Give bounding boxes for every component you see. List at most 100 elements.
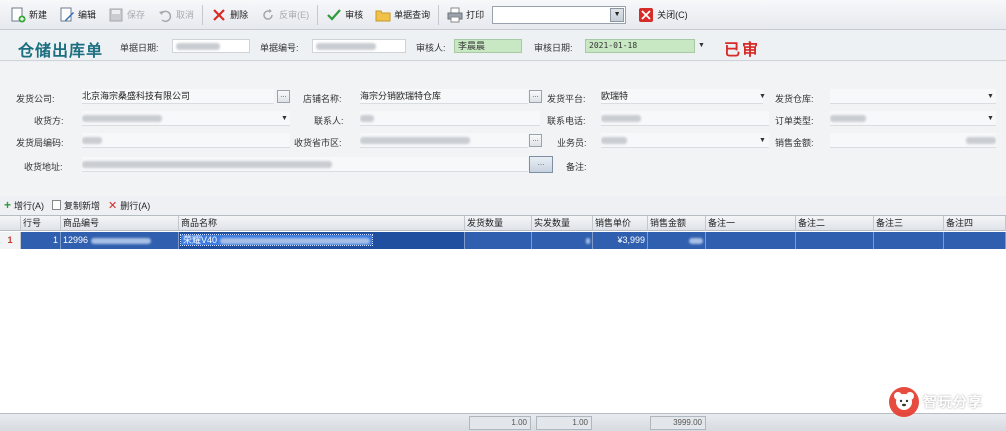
remark4-cell[interactable] (944, 232, 1006, 249)
column-header[interactable]: 发货数量 (465, 216, 532, 231)
delete-button[interactable]: 删除 (205, 2, 254, 28)
close-button[interactable]: 关闭(C) (632, 2, 694, 28)
column-header[interactable]: 备注三 (874, 216, 944, 231)
column-header[interactable]: 商品名称 (179, 216, 465, 231)
column-header[interactable]: 备注一 (706, 216, 796, 231)
audit-label: 审核 (345, 10, 364, 20)
page-title: 仓储出库单 (18, 43, 104, 60)
store-name-lookup-button[interactable]: … (529, 90, 542, 103)
remark1-cell[interactable] (706, 232, 796, 249)
refresh-icon (260, 7, 276, 23)
print-template-select[interactable]: ▼ (492, 5, 627, 24)
new-doc-icon (10, 7, 26, 23)
ship-region-lookup-button[interactable]: … (529, 134, 542, 147)
remark3-cell[interactable] (874, 232, 944, 249)
redacted-value (316, 43, 376, 51)
ship-company-field[interactable]: 北京海宗桑盛科技有限公司 (82, 89, 274, 104)
row-indicator[interactable]: 1 (0, 232, 21, 249)
table-row[interactable]: 1 1 12996 荣耀V40 ¥3,999 (0, 232, 1006, 249)
doc-query-button[interactable]: 单据查询 (369, 2, 436, 28)
doc-query-label: 单据查询 (394, 10, 431, 20)
line-number-cell[interactable]: 1 (21, 232, 61, 249)
redacted-value (82, 137, 102, 145)
column-header[interactable]: 行号 (21, 216, 61, 231)
ship-code-field[interactable] (82, 133, 290, 148)
detail-grid[interactable]: 行号 商品编号 商品名称 发货数量 实发数量 销售单价 销售金额 备注一 备注二… (0, 215, 1006, 413)
column-header[interactable]: 销售单价 (593, 216, 648, 231)
redacted-value (966, 137, 996, 145)
redacted-value (82, 115, 162, 123)
audit-button[interactable]: 审核 (320, 2, 369, 28)
print-label: 打印 (466, 10, 485, 20)
product-code-cell[interactable]: 12996 (61, 232, 179, 249)
delete-row-button[interactable]: ✕ 删行(A) (108, 199, 150, 212)
edit-button[interactable]: 编辑 (53, 2, 102, 28)
product-code-value: 12996 (63, 235, 89, 245)
new-button[interactable]: 新建 (4, 2, 53, 28)
actual-qty-cell[interactable] (532, 232, 593, 249)
doc-date-label: 单据日期: (120, 43, 159, 53)
column-header[interactable]: 销售金额 (648, 216, 706, 231)
remark-field[interactable] (601, 157, 996, 172)
salesman-field[interactable] (601, 133, 769, 148)
chevron-down-icon[interactable]: ▼ (759, 137, 766, 144)
chevron-down-icon[interactable]: ▼ (759, 93, 766, 100)
redacted-value (360, 115, 374, 123)
add-row-button[interactable]: + 增行(A) (4, 198, 44, 212)
chevron-down-icon[interactable]: ▼ (698, 42, 705, 49)
contact-phone-label: 联系电话: (547, 116, 586, 126)
sales-amount-cell[interactable] (648, 232, 706, 249)
edit-icon (59, 7, 75, 23)
audit-date-field[interactable]: 2021-01-18 (585, 39, 695, 53)
auditor-label: 审核人: (416, 43, 446, 53)
chevron-down-icon[interactable]: ▼ (281, 115, 288, 122)
product-name-text: 荣耀V40 (183, 235, 218, 245)
address-lookup-button[interactable]: … (529, 156, 553, 173)
ship-company-lookup-button[interactable]: … (277, 90, 290, 103)
chevron-down-icon[interactable]: ▼ (987, 115, 994, 122)
column-header[interactable]: 备注四 (944, 216, 1006, 231)
order-type-field[interactable] (830, 111, 996, 126)
save-button[interactable]: 保存 (102, 2, 151, 28)
copy-add-button[interactable]: 复制新增 (52, 199, 100, 212)
ship-platform-field[interactable]: 欧瑞特 (601, 89, 763, 104)
ship-company-label: 发货公司: (16, 94, 55, 104)
sales-amount-field (830, 133, 996, 148)
redacted-value (360, 137, 470, 145)
print-button[interactable]: 打印 (441, 2, 490, 28)
auditor-field[interactable]: 李晨晨 (454, 39, 522, 53)
toolbar: 新建 编辑 保存 取消 删除 反审(E) 审核 单据查询 打印 ▼ 关闭(C) (0, 0, 1006, 30)
column-header[interactable]: 商品编号 (61, 216, 179, 231)
ship-address-field[interactable] (82, 157, 528, 172)
chevron-down-icon[interactable]: ▼ (610, 7, 625, 22)
ship-warehouse-field[interactable] (830, 89, 996, 104)
undo-icon (157, 7, 173, 23)
redacted-value (586, 237, 590, 244)
receiver-field[interactable] (82, 111, 290, 126)
status-badge: 已审 (724, 42, 761, 59)
checkmark-icon (326, 7, 342, 23)
edit-label: 编辑 (78, 10, 97, 20)
toolbar-separator (438, 4, 440, 25)
doc-no-field[interactable] (312, 39, 406, 53)
contact-field[interactable] (360, 111, 540, 126)
product-name-cell[interactable]: 荣耀V40 (179, 232, 465, 249)
column-header[interactable]: 实发数量 (532, 216, 593, 231)
reverse-audit-button[interactable]: 反审(E) (254, 2, 315, 28)
contact-phone-field[interactable] (601, 111, 769, 126)
store-name-field[interactable]: 海宗分销欧瑞特仓库 (360, 89, 528, 104)
chevron-down-icon[interactable]: ▼ (987, 93, 994, 100)
printer-icon (447, 7, 463, 23)
row-indicator-header (0, 216, 21, 231)
column-header[interactable]: 备注二 (796, 216, 874, 231)
doc-date-field[interactable] (172, 39, 250, 53)
ship-qty-cell[interactable] (465, 232, 532, 249)
store-name-label: 店铺名称: (303, 94, 342, 104)
ship-region-field[interactable] (360, 133, 528, 148)
unit-price-cell[interactable]: ¥3,999 (593, 232, 648, 249)
doc-no-label: 单据编号: (260, 43, 299, 53)
undo-button[interactable]: 取消 (151, 2, 200, 28)
audit-date-label: 审核日期: (534, 43, 573, 53)
delete-x-icon (211, 7, 227, 23)
remark2-cell[interactable] (796, 232, 874, 249)
